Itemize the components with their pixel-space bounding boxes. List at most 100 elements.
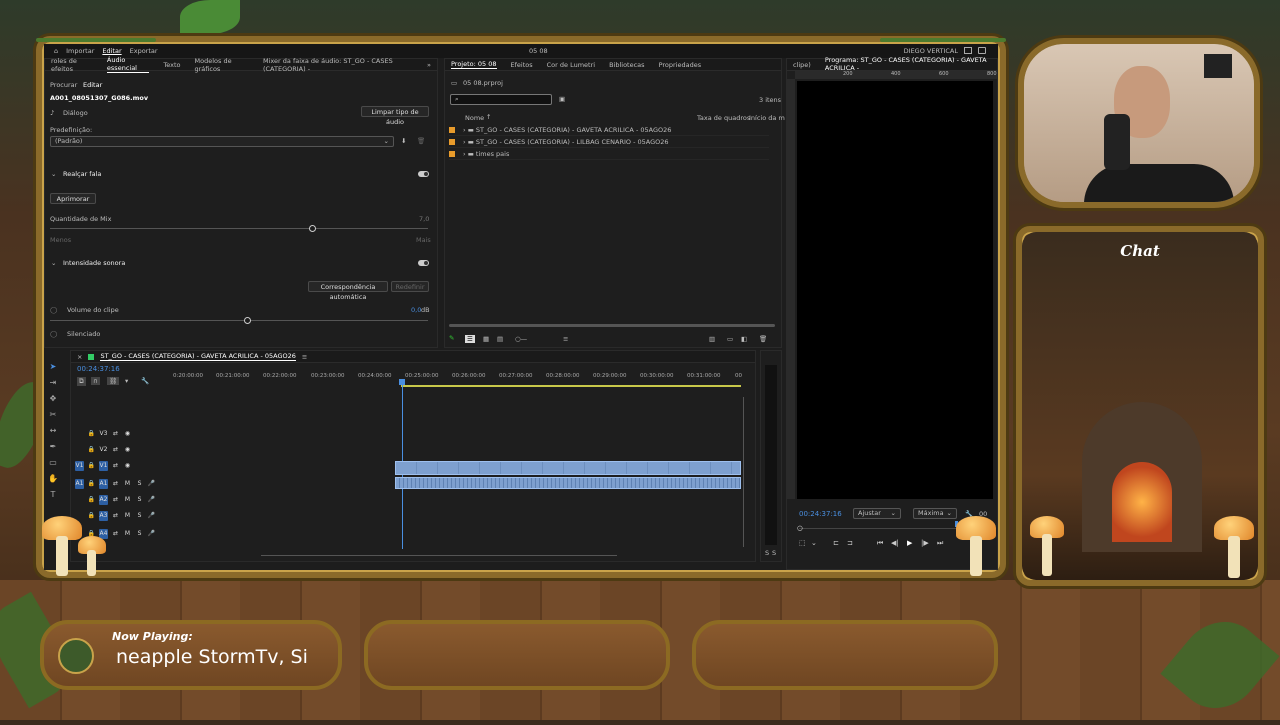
new-bin-icon[interactable]: ▣ xyxy=(559,95,565,103)
tab-essential-sound[interactable]: Áudio essencial xyxy=(106,56,150,73)
solo-meter[interactable]: S xyxy=(765,549,769,557)
new-item-icon[interactable]: ◧ xyxy=(741,335,747,343)
solo-button[interactable]: S xyxy=(135,511,144,521)
workspace-name[interactable]: DIEGO VERTICAL xyxy=(904,47,958,55)
chevron-down-icon[interactable]: ⌄ xyxy=(811,539,817,547)
timeline-vertical-scrollbar[interactable] xyxy=(743,397,744,547)
eye-icon[interactable]: ◉ xyxy=(123,461,132,471)
source-patch[interactable]: V1 xyxy=(75,461,84,471)
solo-meter[interactable]: S xyxy=(772,549,776,557)
lock-icon[interactable]: 🔒 xyxy=(87,511,96,521)
snap-icon[interactable]: ∩ xyxy=(91,377,100,385)
more-tabs-icon[interactable]: » xyxy=(427,61,431,69)
mute-button[interactable]: M xyxy=(123,495,132,505)
save-preset-icon[interactable]: ⬇ xyxy=(401,137,406,145)
column-media-start[interactable]: Início da m xyxy=(749,114,785,122)
chevron-right-icon[interactable]: › xyxy=(463,150,466,158)
hand-tool-icon[interactable]: ✋ xyxy=(48,474,58,484)
marker-icon[interactable]: ▾ xyxy=(125,377,128,385)
timeline-ruler[interactable]: 0:20:00:00 00:21:00:00 00:22:00:00 00:23… xyxy=(173,373,747,385)
program-timecode[interactable]: 00:24:37:16 xyxy=(799,510,842,518)
sync-icon[interactable]: ⇄ xyxy=(111,429,120,439)
sync-icon[interactable]: ⇄ xyxy=(111,511,120,521)
quality-select[interactable]: Máxima ⌄ xyxy=(913,508,957,519)
icon-view-icon[interactable]: ▦ xyxy=(483,335,489,343)
mute-checkbox[interactable]: ◯ xyxy=(50,330,57,338)
menu-edit[interactable]: Editar xyxy=(102,47,121,55)
tab-effects[interactable]: Efeitos xyxy=(511,61,533,69)
mic-icon[interactable]: 🎤 xyxy=(147,479,156,489)
sync-icon[interactable]: ⇄ xyxy=(111,529,120,539)
mic-icon[interactable]: 🎤 xyxy=(147,511,156,521)
pencil-icon[interactable]: ✎ xyxy=(449,334,454,342)
mute-button[interactable]: M xyxy=(123,511,132,521)
mix-amount-knob[interactable] xyxy=(309,225,316,232)
track-label[interactable]: V2 xyxy=(99,445,108,455)
mic-icon[interactable]: 🎤 xyxy=(147,529,156,539)
delete-preset-icon[interactable]: 🗑 xyxy=(417,137,425,145)
track-select-icon[interactable]: ⇥ xyxy=(48,378,58,388)
chevron-down-icon[interactable]: ⌄ xyxy=(51,170,56,178)
step-forward-icon[interactable]: |▶ xyxy=(921,539,929,547)
mute-button[interactable]: M xyxy=(123,479,132,489)
playhead-handle[interactable] xyxy=(399,379,405,385)
solo-button[interactable]: S xyxy=(135,479,144,489)
menu-import[interactable]: Importar xyxy=(66,47,94,55)
menu-export[interactable]: Exportar xyxy=(130,47,158,55)
tab-properties[interactable]: Propriedades xyxy=(659,61,702,69)
solo-button[interactable]: S xyxy=(135,495,144,505)
scrubber-handle[interactable]: ○ xyxy=(797,524,803,532)
tab-effect-controls[interactable]: roles de efeitos xyxy=(51,57,93,73)
mark-in-icon[interactable]: ⊏ xyxy=(833,539,839,547)
timeline-timecode[interactable]: 00:24:37:16 xyxy=(77,365,120,373)
razor-tool-icon[interactable]: ✂ xyxy=(48,410,58,420)
track-label[interactable]: A1 xyxy=(99,479,108,489)
clip-volume-value[interactable]: 0,0 xyxy=(411,306,421,314)
reset-button[interactable]: Redefinir xyxy=(391,281,429,292)
project-item[interactable]: › ▬ ST_GO - CASES (CATEGORIA) - GAVETA A… xyxy=(449,124,769,136)
column-frame-rate[interactable]: Taxa de quadros xyxy=(697,114,750,122)
mute-button[interactable]: M xyxy=(123,529,132,539)
slip-tool-icon[interactable]: ↔ xyxy=(48,426,58,436)
lock-icon[interactable]: 🔒 xyxy=(87,461,96,471)
tab-project[interactable]: Projeto: 05 08 xyxy=(451,60,497,69)
sync-icon[interactable]: ⇄ xyxy=(111,495,120,505)
tab-graphic-templates[interactable]: Modelos de gráficos xyxy=(195,57,249,73)
eye-icon[interactable]: ◉ xyxy=(123,445,132,455)
sync-icon[interactable]: ⇄ xyxy=(111,479,120,489)
ripple-edit-icon[interactable]: ✥ xyxy=(48,394,58,404)
new-bin-icon[interactable]: ▭ xyxy=(727,335,733,343)
clip-volume-knob[interactable] xyxy=(244,317,251,324)
sort-icon[interactable]: ≡ xyxy=(563,335,568,343)
lock-icon[interactable]: 🔒 xyxy=(87,429,96,439)
go-to-out-icon[interactable]: ⏭ xyxy=(937,539,943,548)
tab-lumetri[interactable]: Cor de Lumetri xyxy=(547,61,595,69)
automate-icon[interactable]: ▥ xyxy=(709,335,715,343)
subtab-edit[interactable]: Editar xyxy=(83,81,102,89)
chevron-down-icon[interactable]: ⌄ xyxy=(51,259,56,267)
enhance-speech-toggle[interactable] xyxy=(418,171,429,177)
sort-up-icon[interactable]: ↑ xyxy=(486,113,491,121)
auto-match-button[interactable]: Correspondência automática xyxy=(308,281,388,301)
work-area-bar[interactable] xyxy=(401,385,741,387)
linked-selection-icon[interactable]: ⛓ xyxy=(107,377,120,385)
tab-source[interactable]: clipe) xyxy=(793,61,811,69)
freeform-view-icon[interactable]: ▤ xyxy=(497,335,503,343)
workspace-icon[interactable] xyxy=(964,47,972,54)
video-clip[interactable] xyxy=(395,461,741,475)
track-label[interactable]: A2 xyxy=(99,495,108,505)
mark-out-icon[interactable]: ⊐ xyxy=(847,539,853,547)
lock-icon[interactable]: 🔒 xyxy=(87,479,96,489)
track-label[interactable]: A3 xyxy=(99,511,108,521)
lock-icon[interactable]: 🔒 xyxy=(87,445,96,455)
project-scrollbar[interactable] xyxy=(449,324,775,327)
subtab-browse[interactable]: Procurar xyxy=(50,81,77,89)
sync-icon[interactable]: ⇄ xyxy=(111,461,120,471)
source-patch[interactable]: A1 xyxy=(75,479,84,489)
project-item[interactable]: › ▬ ST_GO - CASES (CATEGORIA) - LILBAG C… xyxy=(449,136,769,148)
zoom-slider-icon[interactable]: ○— xyxy=(515,335,527,343)
tab-text[interactable]: Texto xyxy=(163,61,180,69)
track-label[interactable]: V1 xyxy=(99,461,108,471)
improve-button[interactable]: Aprimorar xyxy=(50,193,96,204)
tab-sequence[interactable]: ST_GO - CASES (CATEGORIA) - GAVETA ACRIL… xyxy=(100,352,296,361)
